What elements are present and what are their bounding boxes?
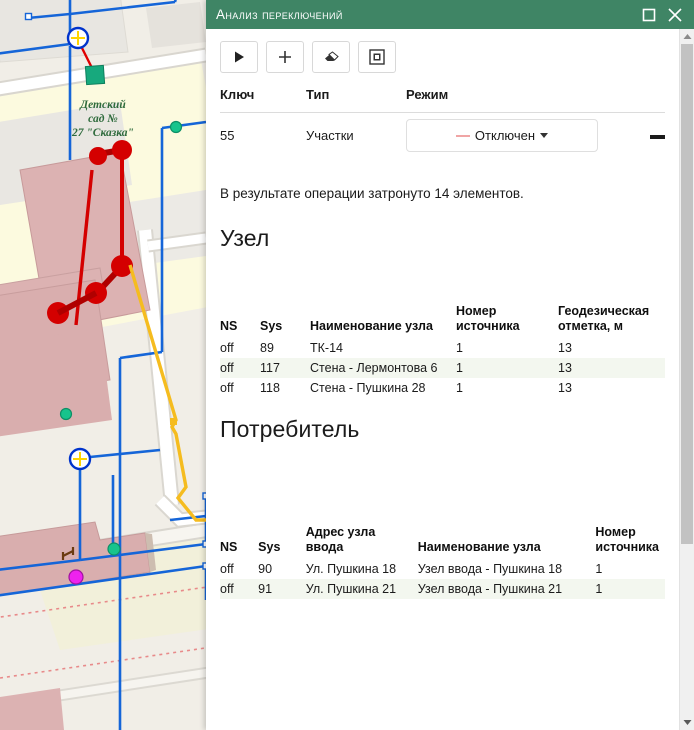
nodes-col-name: Наименование узла — [310, 304, 456, 338]
remove-operation-button[interactable] — [650, 135, 665, 139]
erase-button[interactable] — [312, 41, 350, 73]
consumers-cell-sys: 91 — [258, 579, 306, 599]
nodes-cell-name: Стена - Пушкина 28 — [310, 378, 456, 398]
nodes-cell-source: 1 — [456, 378, 558, 398]
eraser-icon — [323, 50, 340, 64]
chevron-down-icon — [540, 133, 548, 138]
nodes-cell-name: ТК-14 — [310, 338, 456, 358]
panel-titlebar: Анализ переключений — [206, 0, 694, 29]
nodes-cell-ns: off — [220, 358, 260, 378]
map-label-kindergarten: Детский сад № 27 "Сказка" — [48, 98, 158, 140]
scrollbar-track[interactable] — [680, 44, 694, 715]
consumers-table: NS Sys Адрес узла ввода Наименование узл… — [220, 525, 665, 599]
col-remove — [631, 79, 665, 112]
table-row[interactable]: off 118 Стена - Пушкина 28 1 13 — [220, 378, 665, 398]
nodes-cell-sys: 118 — [260, 378, 310, 398]
scroll-down-button[interactable] — [683, 715, 692, 730]
close-icon[interactable] — [662, 2, 688, 28]
nodes-section-title: Узел — [220, 225, 665, 252]
nodes-cell-sys: 89 — [260, 338, 310, 358]
nodes-col-ns: NS — [220, 304, 260, 338]
consumers-cell-name: Узел ввода - Пушкина 18 — [418, 559, 596, 579]
consumers-cell-source: 1 — [595, 579, 665, 599]
panel-content: Ключ Тип Режим 55 Участки — [206, 29, 679, 730]
operations-header-row: Ключ Тип Режим — [220, 79, 665, 112]
consumers-col-sys: Sys — [258, 525, 306, 559]
table-row[interactable]: off 90 Ул. Пушкина 18 Узел ввода - Пушки… — [220, 559, 665, 579]
select-area-button[interactable] — [358, 41, 396, 73]
consumers-cell-ns: off — [220, 559, 258, 579]
operation-type: Участки — [306, 113, 406, 158]
table-row[interactable]: off 89 ТК-14 1 13 — [220, 338, 665, 358]
mode-dropdown-label: Отключен — [475, 128, 535, 143]
nodes-cell-ns: off — [220, 338, 260, 358]
consumers-cell-address: Ул. Пушкина 21 — [306, 579, 418, 599]
chevron-down-icon — [683, 719, 692, 726]
operations-table: Ключ Тип Режим — [220, 79, 665, 112]
nodes-cell-sys: 117 — [260, 358, 310, 378]
panel-scrollbar[interactable] — [679, 29, 694, 730]
consumers-header-row: NS Sys Адрес узла ввода Наименование узл… — [220, 525, 665, 559]
nodes-cell-ns: off — [220, 378, 260, 398]
operation-mode-cell: Отключен — [406, 113, 631, 158]
table-row[interactable]: off 91 Ул. Пушкина 21 Узел ввода - Пушки… — [220, 579, 665, 599]
nodes-cell-source: 1 — [456, 338, 558, 358]
mode-color-swatch — [456, 135, 470, 137]
consumers-cell-sys: 90 — [258, 559, 306, 579]
play-icon — [232, 50, 246, 64]
analysis-toolbar — [220, 29, 665, 79]
nodes-header-row: NS Sys Наименование узла Номер источника… — [220, 304, 665, 338]
nodes-cell-elevation: 13 — [558, 378, 665, 398]
col-key: Ключ — [220, 79, 306, 112]
consumers-cell-address: Ул. Пушкина 18 — [306, 559, 418, 579]
consumers-col-source: Номер источника — [595, 525, 665, 559]
mode-dropdown[interactable]: Отключен — [406, 119, 598, 152]
consumers-cell-source: 1 — [595, 559, 665, 579]
scroll-up-button[interactable] — [683, 29, 692, 44]
nodes-cell-elevation: 13 — [558, 358, 665, 378]
nodes-cell-source: 1 — [456, 358, 558, 378]
nodes-col-elevation: Геодезическая отметка, м — [558, 304, 665, 338]
plus-icon — [277, 49, 293, 65]
result-summary: В результате операции затронуто 14 элеме… — [220, 158, 665, 207]
nodes-table: NS Sys Наименование узла Номер источника… — [220, 304, 665, 398]
chevron-up-icon — [683, 33, 692, 40]
operation-remove-cell — [631, 113, 665, 158]
consumers-col-address: Адрес узла ввода — [306, 525, 418, 559]
switching-analysis-panel: Анализ переключений — [206, 0, 694, 730]
consumers-section-title: Потребитель — [220, 416, 665, 443]
scrollbar-thumb[interactable] — [681, 44, 693, 544]
nodes-col-sys: Sys — [260, 304, 310, 338]
consumers-cell-ns: off — [220, 579, 258, 599]
col-mode: Режим — [406, 79, 631, 112]
consumers-cell-name: Узел ввода - Пушкина 21 — [418, 579, 596, 599]
panel-title: Анализ переключений — [216, 7, 636, 22]
consumers-col-name: Наименование узла — [418, 525, 596, 559]
add-button[interactable] — [266, 41, 304, 73]
maximize-icon[interactable] — [636, 2, 662, 28]
run-button[interactable] — [220, 41, 258, 73]
col-type: Тип — [306, 79, 406, 112]
nodes-cell-name: Стена - Лермонтова 6 — [310, 358, 456, 378]
table-row[interactable]: off 117 Стена - Лермонтова 6 1 13 — [220, 358, 665, 378]
consumers-col-ns: NS — [220, 525, 258, 559]
operation-key: 55 — [220, 113, 306, 158]
frame-select-icon — [369, 49, 385, 65]
operations-body-table: 55 Участки Отключен — [220, 113, 665, 158]
operation-row[interactable]: 55 Участки Отключен — [220, 113, 665, 158]
nodes-col-source: Номер источника — [456, 304, 558, 338]
nodes-cell-elevation: 13 — [558, 338, 665, 358]
